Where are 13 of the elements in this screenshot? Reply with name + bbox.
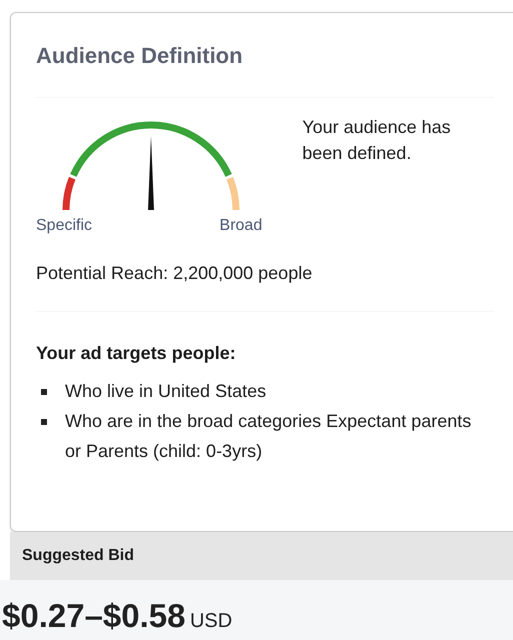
price-range: $0.27–$0.58 [2,597,186,634]
list-item: Who are in the broad categories Expectant parents or Parents (child: 0-3yrs) [65,410,472,463]
list-item: Who live in United States [65,380,266,404]
currency-label: USD [190,610,232,632]
gauge-label: Specific [36,216,92,236]
section-header: Suggested Bid [10,532,513,580]
section-heading: Your ad targets people: [36,342,237,366]
card-title: Audience Definition [36,43,244,70]
gauge-label: Broad [220,216,262,236]
reach-text: Potential Reach: 2,200,000 people [36,262,314,286]
status-message: Your audience has been defined. [302,116,452,166]
bullet-icon [41,389,47,396]
bullet-icon [41,419,47,426]
